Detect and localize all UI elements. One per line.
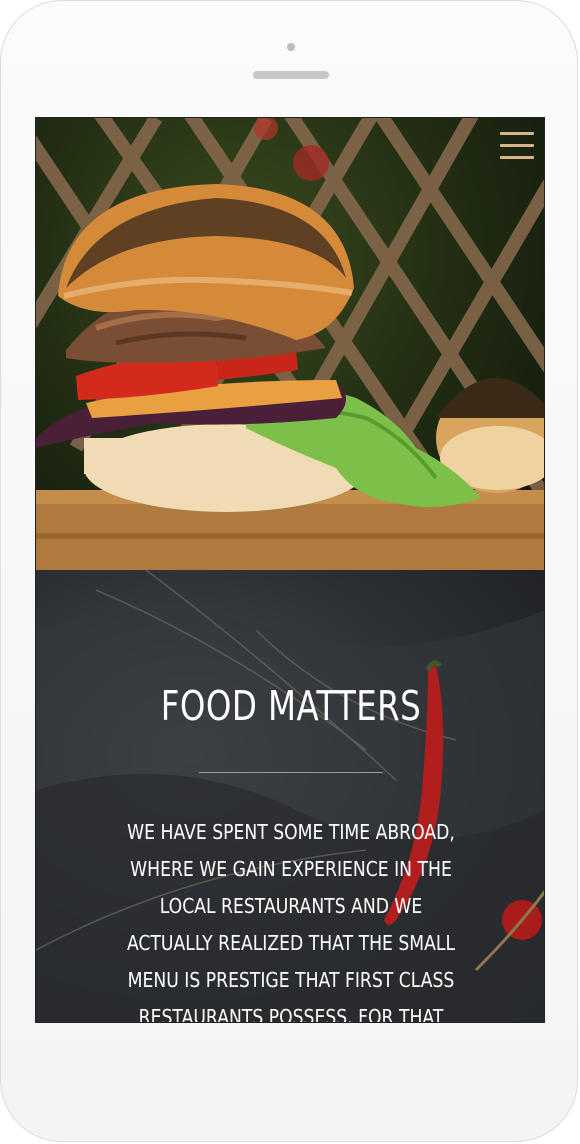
speaker-grille — [253, 71, 329, 79]
menu-bar — [500, 132, 534, 135]
section-title: FOOD MATTERS — [160, 682, 422, 730]
about-section: FOOD MATTERS WE HAVE SPENT SOME TIME ABR… — [36, 570, 544, 1023]
hamburger-menu-button[interactable] — [500, 132, 534, 162]
hero-image — [36, 118, 544, 570]
title-divider — [199, 772, 383, 773]
burger-photo — [36, 118, 544, 570]
menu-bar — [500, 156, 534, 159]
section-description: WE HAVE SPENT SOME TIME ABROAD, WHERE WE… — [126, 820, 456, 1023]
phone-frame: FOOD MATTERS WE HAVE SPENT SOME TIME ABR… — [0, 0, 578, 1142]
camera-icon — [287, 43, 295, 51]
screen: FOOD MATTERS WE HAVE SPENT SOME TIME ABR… — [35, 117, 545, 1023]
menu-bar — [500, 144, 534, 147]
